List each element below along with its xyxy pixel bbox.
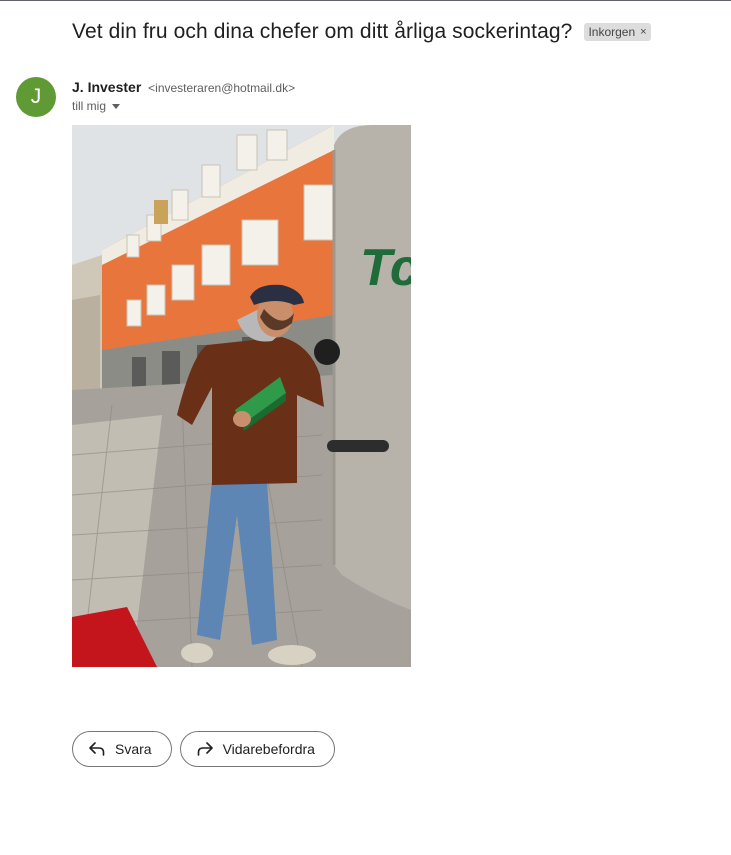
email-subject: Vet din fru och dina chefer om ditt årli…: [72, 20, 573, 43]
sender-avatar[interactable]: J: [16, 77, 56, 117]
subject-row: Vet din fru och dina chefer om ditt årli…: [72, 20, 651, 44]
chevron-down-icon[interactable]: [112, 103, 121, 109]
reply-button[interactable]: Svara: [72, 731, 172, 767]
sender-line: J. Invester <investeraren@hotmail.dk>: [72, 79, 295, 95]
remove-label-icon[interactable]: ×: [640, 24, 646, 40]
label-chip-inbox[interactable]: Inkorgen ×: [584, 23, 651, 41]
avatar-initial: J: [30, 85, 42, 108]
photo-image: Tc: [72, 125, 411, 667]
svg-text:Tc: Tc: [360, 239, 411, 297]
email-photo[interactable]: Tc: [72, 125, 411, 667]
label-chip-text: Inkorgen: [588, 25, 636, 39]
forward-button[interactable]: Vidarebefordra: [179, 731, 335, 767]
recipient-details-toggle[interactable]: till mig: [72, 99, 121, 113]
forward-label: Vidarebefordra: [222, 741, 315, 757]
sender-email: <investeraren@hotmail.dk>: [148, 81, 296, 95]
reply-actions: Svara Vidarebefordra: [72, 731, 335, 767]
top-divider: [0, 0, 731, 1]
reply-icon: [89, 742, 105, 756]
forward-icon: [197, 742, 213, 756]
sender-name[interactable]: J. Invester: [72, 79, 141, 95]
recipient-text: till mig: [72, 99, 107, 113]
reply-label: Svara: [115, 741, 152, 757]
